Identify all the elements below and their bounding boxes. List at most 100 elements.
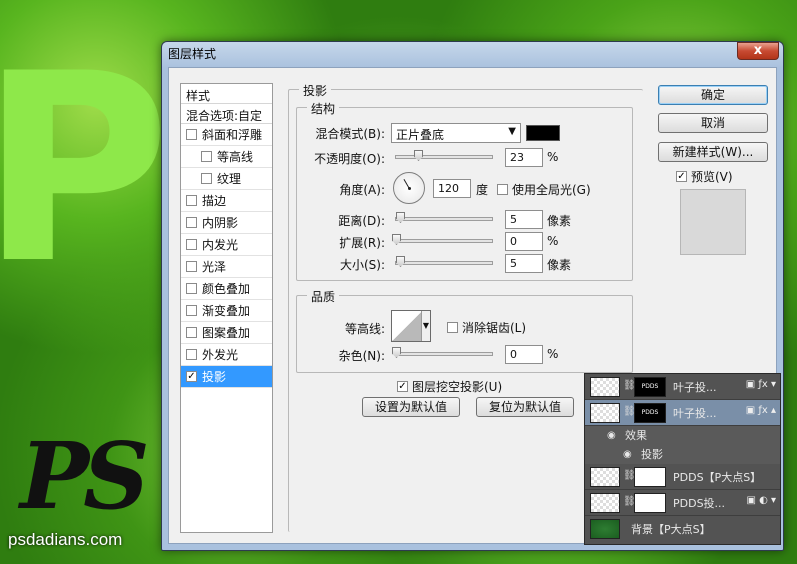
style-item-checkbox[interactable] <box>186 305 197 316</box>
drop-shadow-title: 投影 <box>299 82 332 99</box>
shadow-color-swatch[interactable] <box>526 125 560 141</box>
style-item-label: 斜面和浮雕 <box>202 128 263 142</box>
reset-default-button[interactable]: 复位为默认值 <box>476 397 574 417</box>
distance-label: 距离(D): <box>338 214 385 228</box>
effect-item-label: 投影 <box>641 448 663 461</box>
distance-unit: 像素 <box>547 214 572 228</box>
angle-dial[interactable] <box>393 172 425 204</box>
style-item-checkbox[interactable] <box>186 217 197 228</box>
style-item[interactable]: 内发光 <box>181 234 272 256</box>
size-unit: 像素 <box>547 258 572 272</box>
style-item-checkbox[interactable] <box>186 195 197 206</box>
layer-row[interactable]: ⛓ PDDS【P大点S】 <box>585 464 780 490</box>
cancel-button[interactable]: 取消 <box>658 113 768 133</box>
size-input[interactable]: 5 <box>505 254 543 273</box>
fx-icon[interactable]: ▣ ƒx ▾ <box>746 379 776 390</box>
ok-button[interactable]: 确定 <box>658 85 768 105</box>
layer-name: 叶子投... <box>673 407 717 420</box>
layer-effects-row[interactable]: ◉ 效果 <box>585 426 780 445</box>
angle-input[interactable]: 120 <box>433 179 471 198</box>
knockout-checkbox[interactable]: ✓ 图层挖空投影(U) <box>397 378 502 395</box>
layer-name: 背景【P大点S】 <box>631 523 711 536</box>
style-item-checkbox[interactable] <box>186 349 197 360</box>
structure-title: 结构 <box>307 100 340 117</box>
anti-alias-check[interactable] <box>447 322 458 333</box>
blend-mode-value: 正片叠底 <box>396 128 445 142</box>
make-default-button[interactable]: 设置为默认值 <box>362 397 460 417</box>
style-item[interactable]: 纹理 <box>181 168 272 190</box>
layer-row[interactable]: ⛓ PDDS投... ▣ ◐ ▾ <box>585 490 780 516</box>
background-layer-row[interactable]: 背景【P大点S】 <box>585 516 780 542</box>
eye-icon[interactable]: ◉ <box>623 445 632 464</box>
noise-unit: % <box>547 347 559 361</box>
style-item-checkbox[interactable]: ✓ <box>186 371 197 382</box>
angle-center <box>408 187 411 190</box>
blend-options-item[interactable]: 混合选项:自定 <box>181 104 272 124</box>
opacity-slider-thumb[interactable] <box>414 150 423 161</box>
blend-mode-select[interactable]: 正片叠底 ▼ <box>391 123 521 143</box>
anti-alias-checkbox[interactable]: 消除锯齿(L) <box>447 319 526 336</box>
layer-thumbnail <box>590 403 620 423</box>
close-button[interactable]: x <box>737 42 779 60</box>
global-light-check[interactable] <box>497 184 508 195</box>
opacity-slider[interactable] <box>395 150 493 161</box>
opacity-input[interactable]: 23 <box>505 148 543 167</box>
spread-input[interactable]: 0 <box>505 232 543 251</box>
style-item-label: 等高线 <box>217 150 254 164</box>
layer-options-icon[interactable]: ▣ ◐ ▾ <box>746 495 776 506</box>
style-item[interactable]: 内阴影 <box>181 212 272 234</box>
layer-thumbnail <box>590 467 620 487</box>
spread-slider-thumb[interactable] <box>392 234 401 245</box>
size-slider[interactable] <box>395 256 493 267</box>
site-url: psdadians.com <box>8 530 123 549</box>
style-item[interactable]: 外发光 <box>181 344 272 366</box>
spread-slider[interactable] <box>392 234 493 245</box>
background-letter: P <box>0 19 171 321</box>
preview-check[interactable]: ✓ <box>676 171 687 182</box>
style-item-label: 渐变叠加 <box>202 304 251 318</box>
distance-slider-thumb[interactable] <box>396 212 405 223</box>
distance-slider[interactable] <box>395 212 493 223</box>
distance-input[interactable]: 5 <box>505 210 543 229</box>
preview-checkbox[interactable]: ✓ 预览(V) <box>676 168 733 185</box>
fx-icon[interactable]: ▣ ƒx ▴ <box>746 405 776 416</box>
style-item-checkbox[interactable] <box>201 173 212 184</box>
layer-mask <box>634 467 666 487</box>
style-item-checkbox[interactable] <box>201 151 212 162</box>
style-item-checkbox[interactable] <box>186 283 197 294</box>
noise-slider[interactable] <box>392 347 493 358</box>
layer-thumbnail <box>590 377 620 397</box>
knockout-check[interactable]: ✓ <box>397 381 408 392</box>
style-item-label: 投影 <box>202 370 227 384</box>
style-item[interactable]: ✓ 投影 <box>181 366 272 388</box>
size-slider-thumb[interactable] <box>396 256 405 267</box>
layer-row[interactable]: ⛓ PDDS 叶子投... ▣ ƒx ▾ <box>585 374 780 400</box>
style-item-checkbox[interactable] <box>186 261 197 272</box>
style-item[interactable]: 斜面和浮雕 <box>181 124 272 146</box>
layer-row-selected[interactable]: ⛓ PDDS 叶子投... ▣ ƒx ▴ <box>585 400 780 426</box>
layer-effect-item[interactable]: ◉ 投影 <box>585 445 780 464</box>
style-list-header[interactable]: 样式 <box>181 84 272 104</box>
style-item[interactable]: 等高线 <box>181 146 272 168</box>
style-item[interactable]: 光泽 <box>181 256 272 278</box>
structure-group: 结构 混合模式(B): 正片叠底 ▼ 不透明度(O): 23 % 角度(A): … <box>296 100 633 281</box>
chevron-down-icon[interactable]: ▼ <box>421 311 430 341</box>
style-item[interactable]: 图案叠加 <box>181 322 272 344</box>
style-item-label: 颜色叠加 <box>202 282 251 296</box>
contour-picker[interactable]: ▼ <box>391 310 431 342</box>
style-item-checkbox[interactable] <box>186 327 197 338</box>
style-item[interactable]: 渐变叠加 <box>181 300 272 322</box>
layer-name: PDDS投... <box>673 497 726 510</box>
style-item-checkbox[interactable] <box>186 239 197 250</box>
style-item-checkbox[interactable] <box>186 129 197 140</box>
titlebar[interactable]: 图层样式 x <box>162 42 783 64</box>
global-light-checkbox[interactable]: 使用全局光(G) <box>497 181 591 198</box>
style-item-label: 图案叠加 <box>202 326 251 340</box>
noise-input[interactable]: 0 <box>505 345 543 364</box>
style-item[interactable]: 描边 <box>181 190 272 212</box>
layer-mask: PDDS <box>634 377 666 397</box>
style-item[interactable]: 颜色叠加 <box>181 278 272 300</box>
eye-icon[interactable]: ◉ <box>607 426 616 445</box>
new-style-button[interactable]: 新建样式(W)... <box>658 142 768 162</box>
noise-slider-thumb[interactable] <box>392 347 401 358</box>
